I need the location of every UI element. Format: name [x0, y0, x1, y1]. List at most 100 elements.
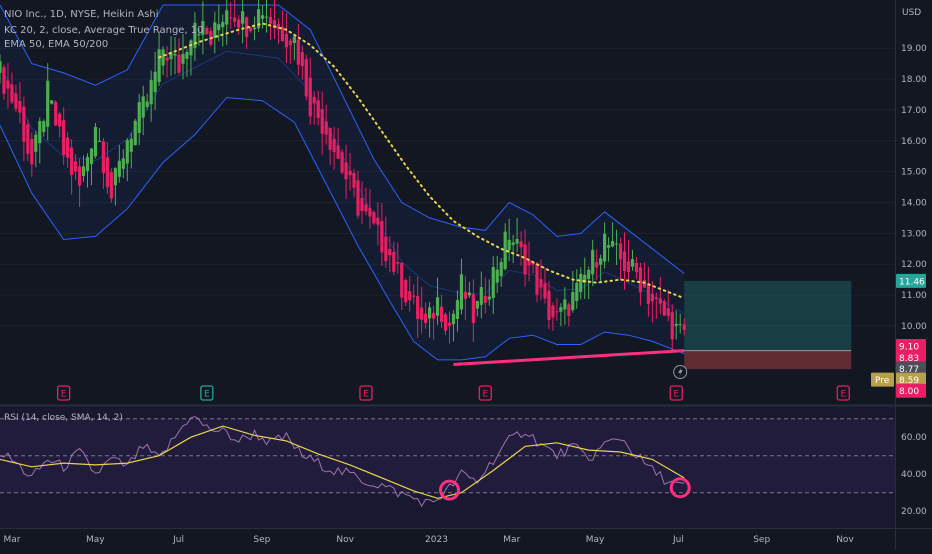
- candle-body: [320, 109, 324, 134]
- candle-body: [85, 156, 90, 172]
- candle-body: [145, 101, 149, 107]
- candle-body: [547, 290, 551, 320]
- candle-body: [511, 242, 515, 246]
- candle-body: [396, 261, 400, 264]
- candle-body: [599, 258, 603, 265]
- candle-body: [380, 221, 384, 253]
- earnings-marker-label: E: [673, 390, 679, 400]
- candle-body: [408, 291, 412, 301]
- candle-body: [384, 236, 388, 262]
- candle-body: [336, 145, 340, 159]
- candle-body: [507, 239, 511, 251]
- legend-symbol[interactable]: NIO Inc., 1D, NYSE, Heikin Ashi: [4, 8, 159, 21]
- target-price-badge-text: 11.46: [899, 277, 925, 287]
- candle-body: [682, 324, 686, 330]
- candle-body: [264, 16, 269, 18]
- candle-body: [662, 301, 666, 316]
- candle-body: [101, 141, 106, 174]
- candle-body: [404, 280, 408, 303]
- candle-body: [463, 291, 467, 299]
- candle-body: [487, 296, 491, 300]
- candle-body: [428, 307, 432, 319]
- candle-body: [225, 10, 229, 25]
- legend-rsi[interactable]: RSI (14, close, SMA, 14, 2): [4, 412, 123, 425]
- candle-body: [364, 204, 368, 212]
- candle-body: [431, 312, 436, 319]
- earnings-marker-label: E: [363, 390, 369, 400]
- candle-body: [352, 173, 356, 188]
- time-axis-label: May: [586, 535, 605, 545]
- candle-body: [543, 283, 547, 299]
- candle-body: [332, 138, 336, 152]
- price-tick-label: 18.00: [901, 75, 927, 85]
- candle-body: [523, 244, 527, 275]
- candle-body: [392, 252, 396, 272]
- earnings-marker-label: E: [61, 390, 67, 400]
- candle-body: [666, 308, 670, 316]
- candle-body: [237, 19, 241, 28]
- candle-body: [575, 282, 579, 302]
- candle-body: [603, 233, 607, 262]
- candle-body: [54, 102, 58, 126]
- legend-ema[interactable]: EMA 50, EMA 50/200: [4, 38, 108, 51]
- candle-body: [579, 273, 583, 292]
- candle-body: [70, 147, 74, 176]
- candle-body: [368, 207, 372, 217]
- candle-body: [424, 313, 428, 324]
- candle-body: [412, 295, 416, 297]
- candle-body: [420, 307, 424, 320]
- legend-keltner[interactable]: KC 20, 2, close, Average True Range, 10: [4, 24, 204, 37]
- candle-body: [555, 311, 559, 313]
- candle-body: [638, 267, 643, 293]
- candle-body: [125, 139, 129, 164]
- candle-body: [109, 172, 113, 199]
- candle-body: [559, 307, 563, 312]
- time-axis-label: Sep: [753, 535, 770, 545]
- candle-body: [475, 301, 479, 309]
- trading-chart[interactable]: USD 19.00 18.00 17.00 16.00 15.00 14.00 13.00 12…: [0, 0, 932, 550]
- candle-body: [614, 243, 619, 245]
- candle-body: [288, 40, 292, 46]
- candle-body: [587, 269, 591, 279]
- candle-body: [670, 312, 674, 340]
- candle-body: [205, 27, 209, 35]
- earnings-marker-label: E: [204, 390, 210, 400]
- candle-body: [173, 53, 177, 56]
- candle-body: [221, 21, 225, 28]
- candle-body: [284, 33, 288, 48]
- candle-body: [563, 299, 567, 310]
- candle-body: [515, 239, 519, 244]
- candle-body: [356, 180, 360, 216]
- candle-body: [113, 168, 117, 186]
- price-tick-label: 14.00: [901, 199, 927, 209]
- candle-body: [634, 262, 639, 273]
- candle-body: [0, 61, 2, 73]
- candle-body: [217, 24, 221, 31]
- rsi-tick-label: 20.00: [901, 507, 927, 517]
- candle-body: [400, 262, 404, 298]
- earnings-marker-label: E: [840, 390, 846, 400]
- position-stop-zone: [684, 350, 852, 370]
- candle-body: [340, 152, 344, 173]
- candle-body: [229, 17, 233, 19]
- price-axis-unit: USD: [902, 8, 921, 18]
- candle-body: [455, 300, 460, 319]
- candle-body: [81, 166, 86, 176]
- time-axis-label: Mar: [4, 535, 21, 545]
- candle-body: [654, 297, 658, 300]
- candle-body: [121, 158, 125, 169]
- candle-body: [292, 36, 296, 43]
- candle-body: [451, 313, 456, 325]
- chart-stage[interactable]: USD 19.00 18.00 17.00 16.00 15.00 14.00 13.00 12…: [0, 0, 932, 550]
- candle-body: [268, 16, 273, 24]
- candle-body: [10, 84, 14, 103]
- candle-body: [185, 51, 189, 59]
- candle-body: [252, 27, 257, 30]
- candle-body: [73, 161, 78, 172]
- time-axis-label: Nov: [336, 535, 354, 545]
- candle-body: [58, 113, 62, 127]
- candle-body: [610, 240, 615, 247]
- candle-body: [360, 197, 364, 211]
- candle-body: [141, 96, 145, 118]
- candle-body: [328, 128, 332, 150]
